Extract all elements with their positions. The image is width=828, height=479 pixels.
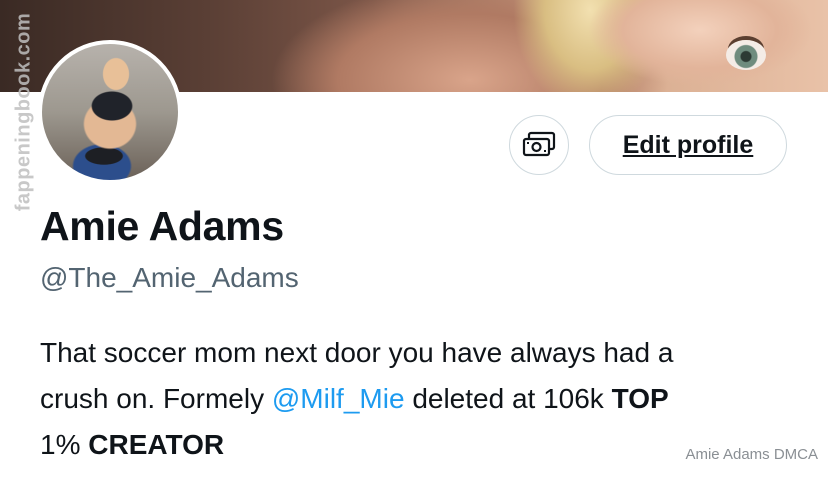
- bio-line-1: That soccer mom next door you have alway…: [40, 337, 674, 368]
- bio-line-2-middle: deleted at 106k: [412, 383, 604, 414]
- user-handle: @The_Amie_Adams: [40, 262, 299, 293]
- dmca-credit: Amie Adams DMCA: [685, 446, 818, 463]
- avatar[interactable]: [38, 40, 182, 184]
- bio-line-2-prefix: crush on. Formely: [40, 383, 265, 414]
- bio-strong-top: TOP: [611, 383, 669, 414]
- edit-profile-button[interactable]: Edit profile: [589, 115, 787, 175]
- bio-line-3-prefix: 1%: [40, 429, 81, 460]
- money-icon: [522, 131, 556, 157]
- display-name: Amie Adams: [40, 203, 284, 249]
- bio-strong-creator: CREATOR: [88, 429, 225, 460]
- tip-button[interactable]: [509, 115, 569, 175]
- banner-eye-detail: [726, 40, 766, 70]
- bio-mention-link[interactable]: @Milf_Mie: [272, 383, 405, 414]
- side-watermark: fappeningbook.com: [12, 12, 35, 212]
